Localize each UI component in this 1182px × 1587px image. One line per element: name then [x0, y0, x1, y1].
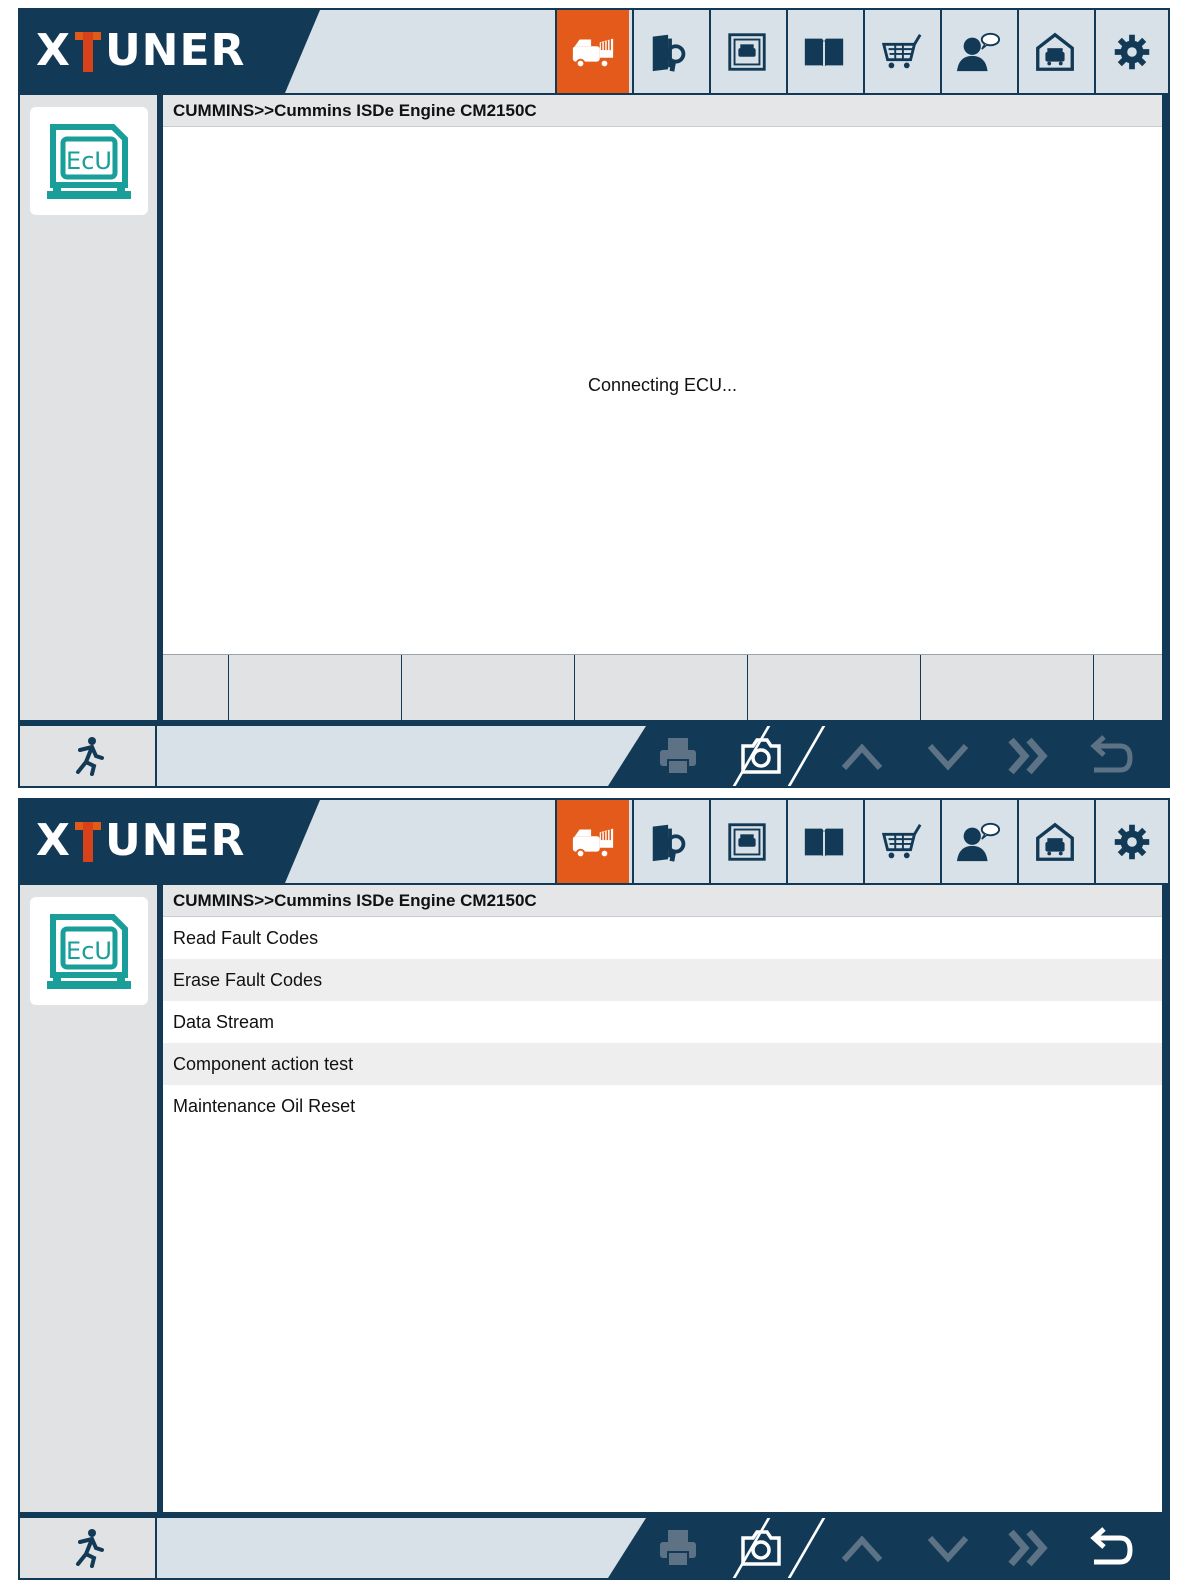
truck-diagnosis-icon[interactable]: [555, 800, 629, 883]
user-feedback-icon[interactable]: [940, 800, 1014, 883]
vehicle-report-icon[interactable]: [709, 800, 783, 883]
running-man-icon: [75, 1529, 104, 1568]
vehicle-report-icon[interactable]: [709, 10, 783, 93]
user-feedback-icon[interactable]: [940, 10, 1014, 93]
left-sidebar: EcU: [20, 885, 157, 1512]
exit-button[interactable]: [20, 726, 157, 786]
garage-icon[interactable]: [1017, 10, 1091, 93]
breadcrumb: CUMMINS>>Cummins ISDe Engine CM2150C: [163, 885, 1162, 917]
print-icon: [654, 1524, 702, 1572]
function-button-slot[interactable]: [229, 655, 402, 720]
fast-forward-icon: [1005, 1524, 1053, 1572]
exit-button[interactable]: [20, 1518, 157, 1578]
screen-connecting: X UNER EcU CUMMINS>>Cummins ISDe Engine …: [18, 8, 1170, 788]
camera-icon[interactable]: [737, 1524, 785, 1572]
top-bar: X UNER: [20, 800, 1168, 883]
status-message: Connecting ECU...: [587, 375, 738, 395]
function-button-slot[interactable]: [921, 655, 1094, 720]
top-bar: X UNER: [20, 10, 1168, 93]
screen-function-menu: X UNER EcU CUMMINS>>Cummins ISDe Engine …: [18, 798, 1170, 1580]
main-panel: CUMMINS>>Cummins ISDe Engine CM2150C Con…: [161, 95, 1164, 720]
bottom-bar: [20, 1518, 1168, 1578]
bottom-bar: [20, 726, 1168, 786]
svg-text:EcU: EcU: [66, 147, 112, 175]
function-button-slot[interactable]: [748, 655, 921, 720]
xtuner-logo: X UNER: [36, 25, 246, 76]
left-sidebar: EcU: [20, 95, 157, 720]
breadcrumb: CUMMINS>>Cummins ISDe Engine CM2150C: [163, 95, 1162, 127]
settings-icon[interactable]: [1094, 10, 1168, 93]
manual-search-icon[interactable]: [632, 800, 706, 883]
book-icon[interactable]: [786, 800, 860, 883]
function-button-slot[interactable]: [163, 655, 229, 720]
cart-icon[interactable]: [863, 800, 937, 883]
function-button-slot[interactable]: [575, 655, 748, 720]
xtuner-logo: X UNER: [36, 815, 246, 866]
ecu-tile[interactable]: EcU: [30, 897, 148, 1005]
function-button-slot[interactable]: [1094, 655, 1162, 720]
svg-text:EcU: EcU: [66, 937, 112, 965]
menu-item-component-action-test[interactable]: Component action test: [163, 1043, 1162, 1085]
camera-icon[interactable]: [737, 732, 785, 780]
ecu-icon: EcU: [47, 124, 131, 199]
menu-item-data-stream[interactable]: Data Stream: [163, 1001, 1162, 1043]
running-man-icon: [75, 737, 104, 776]
function-button-slot[interactable]: [402, 655, 575, 720]
menu-item-read-fault-codes[interactable]: Read Fault Codes: [163, 917, 1162, 959]
down-arrow-icon: [924, 732, 972, 780]
back-arrow-icon: [1086, 732, 1134, 780]
menu-item-erase-fault-codes[interactable]: Erase Fault Codes: [163, 959, 1162, 1001]
settings-icon[interactable]: [1094, 800, 1168, 883]
function-menu: Read Fault Codes Erase Fault Codes Data …: [163, 917, 1162, 1127]
down-arrow-icon: [924, 1524, 972, 1572]
garage-icon[interactable]: [1017, 800, 1091, 883]
cart-icon[interactable]: [863, 10, 937, 93]
ecu-icon: EcU: [47, 914, 131, 989]
menu-item-maintenance-oil-reset[interactable]: Maintenance Oil Reset: [163, 1085, 1162, 1127]
back-arrow-icon[interactable]: [1086, 1524, 1134, 1572]
up-arrow-icon: [838, 1524, 886, 1572]
ecu-tile[interactable]: EcU: [30, 107, 148, 215]
function-button-row: [163, 654, 1162, 720]
print-icon: [654, 732, 702, 780]
manual-search-icon[interactable]: [632, 10, 706, 93]
main-panel: CUMMINS>>Cummins ISDe Engine CM2150C Rea…: [161, 885, 1164, 1512]
up-arrow-icon: [838, 732, 886, 780]
fast-forward-icon: [1005, 732, 1053, 780]
truck-diagnosis-icon[interactable]: [555, 10, 629, 93]
book-icon[interactable]: [786, 10, 860, 93]
